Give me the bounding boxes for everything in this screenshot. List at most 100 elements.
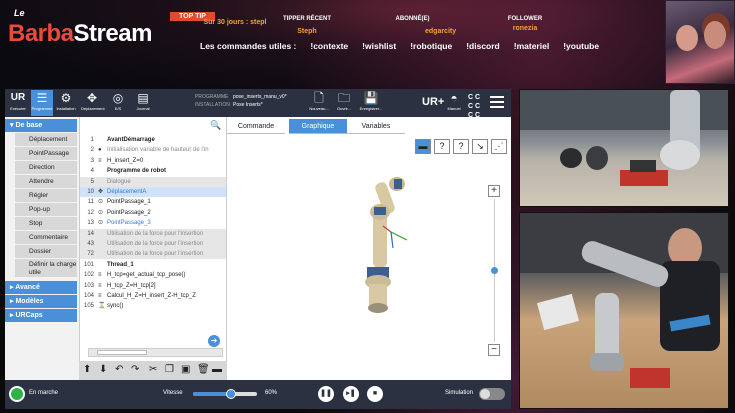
sidebar-item-waypoint[interactable]: PointPassage xyxy=(15,147,77,161)
stat-recent-tipper: TIPPER RÉCENT Steph xyxy=(282,16,331,35)
footer-bar: En marche Vitesse 60% ❚❚ ▸❚ ■ Simulation xyxy=(5,380,511,409)
program-tree-row[interactable]: 105 ⌛ sync() xyxy=(80,301,226,311)
section-basic[interactable]: ▾ De base xyxy=(5,119,77,132)
pause-button[interactable]: ❚❚ xyxy=(318,386,334,402)
camera-workshop xyxy=(519,212,729,409)
hamburger-menu-icon[interactable] xyxy=(490,96,504,110)
folder-icon: 🗀 xyxy=(337,91,350,105)
io-icon: ◎ xyxy=(112,91,124,105)
toolbar-program[interactable]: ☰ Programme xyxy=(31,90,53,116)
program-tree-row[interactable]: 5 Dialogue xyxy=(80,176,226,187)
program-tree-row[interactable]: 72 Utilisation de la force pour l'inserti… xyxy=(80,249,226,260)
program-tree-row[interactable]: 11 ⊙ PointPassage_1 xyxy=(80,197,226,207)
zoom-slider-knob[interactable] xyxy=(491,267,498,274)
tab-graphics[interactable]: Graphique xyxy=(289,119,347,134)
undo-icon[interactable]: ↶ xyxy=(115,364,123,375)
program-tree-row[interactable]: 4 Programme de robot xyxy=(80,166,226,176)
search-icon[interactable]: 🔍 xyxy=(210,120,221,131)
power-status-icon[interactable] xyxy=(9,386,25,402)
toolbar-move[interactable]: ✥ Déplacement xyxy=(81,90,105,116)
node-icon: ≡ xyxy=(98,293,102,299)
program-tree-row[interactable]: 10 ✥ DéplacementA xyxy=(80,187,226,197)
zoom-in-button[interactable]: + xyxy=(488,185,500,197)
speed-label: Vitesse xyxy=(163,390,183,396)
suppress-icon[interactable]: ▬ xyxy=(212,364,222,375)
node-icon: ⊙ xyxy=(98,199,104,206)
program-tree-row[interactable]: 13 ⊙ PointPassage_3 xyxy=(80,218,226,228)
move-down-icon[interactable]: ⬇ xyxy=(99,364,107,375)
top-toolbar: UR Exécuter ☰ Programme ⚙ Installation ✥ Dép… xyxy=(5,89,511,119)
program-tree-row[interactable]: 104 ≡ Calcul_H_Z=H_insert_Z-H_tcp_Z xyxy=(80,291,226,301)
manual-mode-button[interactable]: ◓ Manuel xyxy=(443,90,465,116)
sidebar-item-direction[interactable]: Direction xyxy=(15,161,77,175)
cut-icon[interactable]: ✂ xyxy=(149,364,157,375)
sidebar-item-set-payload[interactable]: Définir la charge utile xyxy=(15,259,77,278)
open-program-button[interactable]: 🗀 Ouvrir... xyxy=(332,90,356,116)
toolbar-io[interactable]: ◎ E/S xyxy=(107,90,129,116)
horizontal-scrollbar[interactable] xyxy=(88,348,223,357)
view-path-icon[interactable]: ↘ xyxy=(472,139,488,154)
move-up-icon[interactable]: ⬆ xyxy=(83,364,91,375)
sidebar-item-set[interactable]: Régler xyxy=(15,189,77,203)
logo-le: Le xyxy=(14,8,25,18)
program-tree-row[interactable]: 2 ● Initialisation variable de hauteur de … xyxy=(80,145,226,155)
view-help2-icon[interactable]: ? xyxy=(453,139,469,154)
add-node-button[interactable]: ➔ xyxy=(208,335,220,347)
section-templates[interactable]: ▸ Modèles xyxy=(5,295,77,308)
sidebar-item-move[interactable]: Déplacement xyxy=(15,133,77,147)
program-tree-row[interactable]: 14 Utilisation de la force pour l'inserti… xyxy=(80,228,226,239)
save-program-button[interactable]: 💾 Enregistrer... xyxy=(357,90,385,116)
run-status: En marche xyxy=(29,390,59,396)
ur-plus-logo: UR+ xyxy=(422,96,445,108)
sidebar-item-stop[interactable]: Stop xyxy=(15,217,77,231)
log-icon: ▤ xyxy=(137,91,149,105)
webcam-streamers xyxy=(665,0,735,84)
tab-command[interactable]: Commande xyxy=(227,119,285,134)
redo-icon[interactable]: ↷ xyxy=(131,364,139,375)
new-program-button[interactable]: 🗋 Nouveau... xyxy=(307,90,331,116)
program-tree-row[interactable]: 12 ⊙ PointPassage_2 xyxy=(80,208,226,218)
polyscope-window: UR Exécuter ☰ Programme ⚙ Installation ✥ Dép… xyxy=(5,89,511,409)
view-points-icon[interactable]: ⋰ xyxy=(491,139,507,154)
delete-icon[interactable]: 🗑 xyxy=(197,364,210,375)
zoom-out-button[interactable]: − xyxy=(488,344,500,356)
program-tree-row[interactable]: 101 Thread_1 xyxy=(80,260,226,270)
stat-subscriber: ABONNÉ(E) edgarcity xyxy=(395,16,457,35)
program-tree-row[interactable]: 1 AvantDémarrage xyxy=(80,135,226,145)
section-urcaps[interactable]: ▸ URCaps xyxy=(5,309,77,322)
sidebar-item-wait[interactable]: Attendre xyxy=(15,175,77,189)
program-tree-row[interactable]: 43 Utilisation de la force pour l'inserti… xyxy=(80,239,226,249)
toolbar-run[interactable]: UR Exécuter xyxy=(7,90,29,116)
simulation-toggle[interactable] xyxy=(479,388,505,400)
toolbar-log[interactable]: ▤ Journal xyxy=(132,90,154,116)
speed-percent: 60% xyxy=(265,390,278,396)
view-help1-icon[interactable]: ? xyxy=(434,139,450,154)
sidebar-item-comment[interactable]: Commentaire xyxy=(15,231,77,245)
save-icon: 💾 xyxy=(363,91,379,105)
paste-icon[interactable]: ▣ xyxy=(181,364,190,375)
step-button[interactable]: ▸❚ xyxy=(343,386,359,402)
logo-name: BarbaStream xyxy=(8,20,152,47)
ur-logo-icon: UR xyxy=(10,92,26,103)
toolbar-installation[interactable]: ⚙ Installation xyxy=(55,90,77,116)
ccc-indicator: C CC CC C xyxy=(468,94,481,119)
stop-button[interactable]: ■ xyxy=(367,386,383,402)
program-tree: 🔍 1 AvantDémarrage 2 ● Initialisation variab… xyxy=(79,117,227,380)
stream-logo: Le BarbaStream xyxy=(8,6,152,56)
program-tree-row[interactable]: 103 ≡ H_tcp_Z=H_tcp[2] xyxy=(80,281,226,291)
sidebar-item-popup[interactable]: Pop-up xyxy=(15,203,77,217)
copy-icon[interactable]: ❐ xyxy=(165,364,174,375)
speed-slider[interactable] xyxy=(193,389,257,399)
program-info: PROGRAMME pose_inserts_manu_v0* INSTALLAT… xyxy=(195,94,287,108)
node-icon: ≡ xyxy=(98,272,102,279)
simulation-label: Simulation xyxy=(445,390,474,396)
section-advanced[interactable]: ▸ Avancé xyxy=(5,281,77,294)
robot-3d-view[interactable] xyxy=(347,172,427,322)
sidebar-item-folder[interactable]: Dossier xyxy=(15,245,77,259)
program-tree-row[interactable]: 3 ≡ H_insert_Z=0 xyxy=(80,156,226,166)
program-tree-row[interactable]: 102 ≡ H_tcp=get_actual_tcp_pose() xyxy=(80,270,226,280)
view-top-icon[interactable]: ▬ xyxy=(415,139,431,154)
new-file-icon: 🗋 xyxy=(314,91,324,105)
tab-variables[interactable]: Variables xyxy=(347,119,405,134)
installation-icon: ⚙ xyxy=(60,91,72,105)
